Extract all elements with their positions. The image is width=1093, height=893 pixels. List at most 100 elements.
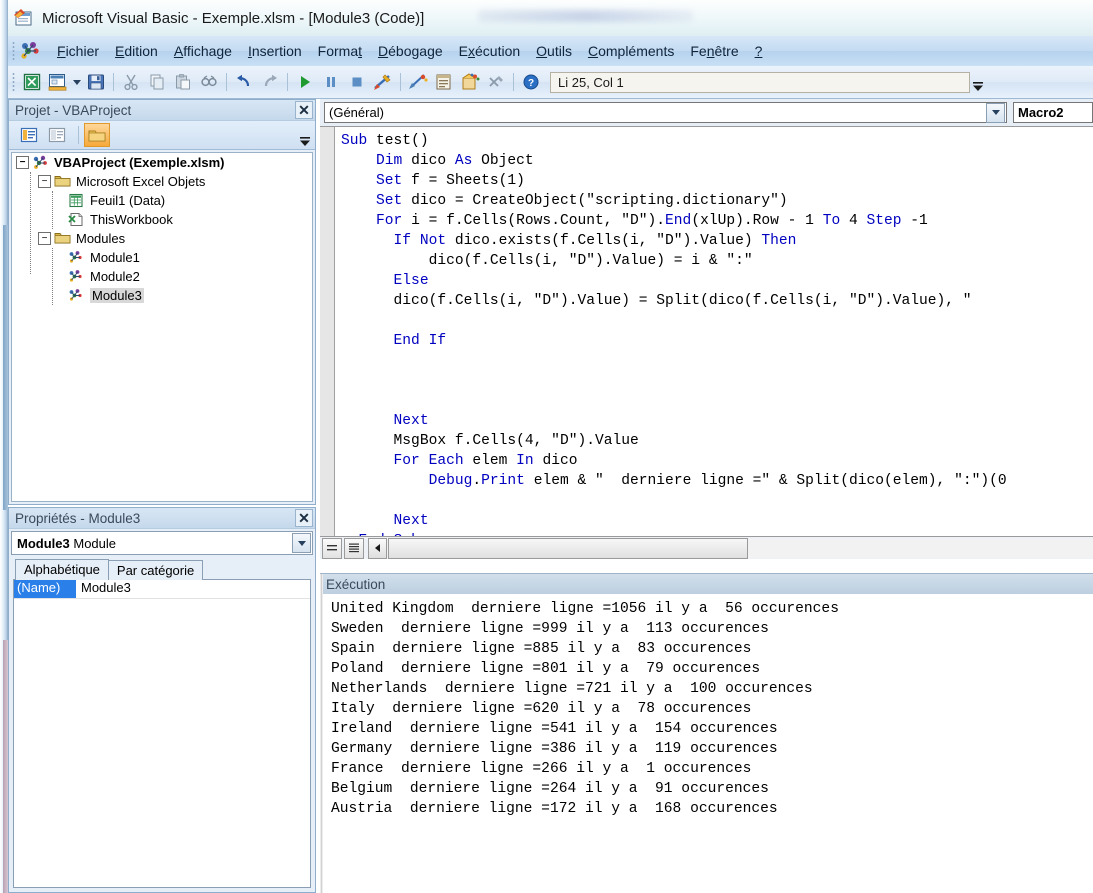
immediate-window-title: Exécution <box>320 574 1093 594</box>
close-icon[interactable]: ✕ <box>295 101 313 119</box>
scrollbar-thumb[interactable] <box>388 537 748 559</box>
tab-alphabetique[interactable]: Alphabétique <box>15 559 109 580</box>
paste-icon[interactable] <box>171 70 195 94</box>
view-code-icon[interactable] <box>17 124 41 146</box>
help-icon[interactable]: ? <box>519 70 543 94</box>
insert-userform-icon[interactable] <box>46 70 70 94</box>
find-icon[interactable] <box>197 70 221 94</box>
vb-document-icon <box>14 9 34 27</box>
toolbox-icon[interactable] <box>484 70 508 94</box>
immediate-window-splitter[interactable] <box>320 574 323 893</box>
code-editor-area[interactable]: Sub test() Dim dico As Object Set f = Sh… <box>320 126 1093 536</box>
menu-edition[interactable]: Edition <box>107 40 166 62</box>
project-explorer-panel: Projet - VBAProject ✕ − VBAProject (Exem… <box>8 99 316 505</box>
tree-item-label: Microsoft Excel Objets <box>76 174 206 189</box>
vbaproject-icon <box>32 155 50 171</box>
menu-format[interactable]: Format <box>310 40 370 62</box>
procedure-combo[interactable]: Macro2 <box>1013 102 1093 123</box>
menu-fenetre[interactable]: Fenêtre <box>682 40 746 62</box>
menu-aide[interactable]: ? <box>747 40 771 62</box>
menu-insertion[interactable]: Insertion <box>240 40 310 62</box>
view-excel-icon[interactable] <box>20 70 44 94</box>
view-object-icon[interactable] <box>45 124 69 146</box>
toolbar-grip[interactable] <box>12 72 15 92</box>
chevron-down-icon[interactable] <box>292 533 311 553</box>
code-margin-indicator-bar[interactable] <box>320 127 335 536</box>
properties-object-name: Module3 <box>17 535 70 551</box>
property-name: (Name) <box>14 580 76 598</box>
immediate-window-output[interactable]: United Kingdom derniere ligne =1056 il y… <box>320 594 1093 893</box>
tree-item-label: VBAProject (Exemple.xlsm) <box>54 155 225 170</box>
object-combo[interactable]: (Général) <box>324 102 1007 123</box>
tree-item-label: Module2 <box>90 269 140 284</box>
tree-item-module3[interactable]: Module3 <box>12 286 312 305</box>
tree-item-module2[interactable]: Module2 <box>12 267 312 286</box>
property-row-name[interactable]: (Name) Module3 <box>14 580 310 599</box>
menu-affichage[interactable]: Affichage <box>166 40 240 62</box>
workbook-icon <box>68 212 86 228</box>
vbe-window: Microsoft Visual Basic - Exemple.xlsm - … <box>0 0 1093 893</box>
code-window-combos: (Général) Macro2 <box>320 99 1093 126</box>
svg-text:?: ? <box>528 78 534 89</box>
tree-item-label: Feuil1 (Data) <box>90 193 166 208</box>
module-icon <box>68 250 86 266</box>
close-icon[interactable]: ✕ <box>295 509 313 527</box>
design-mode-icon[interactable] <box>371 70 395 94</box>
toolbar-separator <box>226 73 227 91</box>
tree-item-excel-objects[interactable]: − Microsoft Excel Objets <box>12 172 312 191</box>
toolbar-overflow-icon[interactable] <box>970 69 986 95</box>
menubar-grip[interactable] <box>12 41 15 61</box>
toolbar-separator <box>513 73 514 91</box>
properties-grid[interactable]: (Name) Module3 <box>13 579 311 888</box>
object-browser-icon[interactable] <box>458 70 482 94</box>
redo-icon[interactable] <box>258 70 282 94</box>
menu-debogage[interactable]: Débogage <box>370 40 451 62</box>
code-text[interactable]: Sub test() Dim dico As Object Set f = Sh… <box>335 127 1093 536</box>
tab-par-categorie[interactable]: Par catégorie <box>107 560 204 580</box>
visual-basic-logo-icon <box>19 41 41 61</box>
menu-outils[interactable]: Outils <box>528 40 580 62</box>
save-icon[interactable] <box>84 70 108 94</box>
procedure-view-icon[interactable] <box>322 537 342 559</box>
copy-icon[interactable] <box>145 70 169 94</box>
tree-connector <box>52 248 53 305</box>
tree-item-label: Modules <box>76 231 126 246</box>
code-window-bottom-bar <box>320 536 1093 559</box>
project-tree[interactable]: − VBAProject (Exemple.xlsm) − Microsoft … <box>11 152 313 502</box>
cut-icon[interactable] <box>119 70 143 94</box>
expander-icon[interactable]: − <box>38 232 51 245</box>
scroll-left-icon[interactable] <box>368 537 387 559</box>
stop-icon[interactable] <box>345 70 369 94</box>
insert-dropdown-caret-icon[interactable] <box>71 71 83 93</box>
tree-item-feuil1[interactable]: Feuil1 (Data) <box>12 191 312 210</box>
properties-object-type: Module <box>73 535 116 551</box>
expander-icon[interactable]: − <box>38 175 51 188</box>
properties-object-combo[interactable]: Module3 Module <box>11 531 313 555</box>
pause-icon[interactable] <box>319 70 343 94</box>
menu-execution[interactable]: Exécution <box>451 40 529 62</box>
toggle-folders-icon[interactable] <box>84 123 110 147</box>
tree-item-module1[interactable]: Module1 <box>12 248 312 267</box>
project-explorer-icon[interactable] <box>406 70 430 94</box>
tree-item-vbaproject[interactable]: − VBAProject (Exemple.xlsm) <box>12 153 312 172</box>
tree-connector <box>52 191 53 229</box>
menu-complements[interactable]: Compléments <box>580 40 682 62</box>
toolbar-separator <box>287 73 288 91</box>
property-value[interactable]: Module3 <box>76 580 310 598</box>
properties-window-icon[interactable] <box>432 70 456 94</box>
tree-item-thisworkbook[interactable]: ThisWorkbook <box>12 210 312 229</box>
menu-fichier[interactable]: Fichier <box>49 40 107 62</box>
expander-icon[interactable]: − <box>16 156 29 169</box>
chevron-down-icon[interactable] <box>986 102 1005 123</box>
undo-icon[interactable] <box>232 70 256 94</box>
toolbar-overflow-icon[interactable] <box>299 134 311 148</box>
project-panel-titlebar: Projet - VBAProject ✕ <box>9 100 315 121</box>
properties-panel-title: Propriétés - Module3 <box>15 510 141 526</box>
tree-item-label: ThisWorkbook <box>90 212 173 227</box>
project-panel-title: Projet - VBAProject <box>15 102 132 118</box>
full-module-view-icon[interactable] <box>344 537 364 559</box>
properties-tabs: Alphabétique Par catégorie <box>9 557 315 580</box>
horizontal-scrollbar[interactable] <box>368 537 1093 559</box>
run-icon[interactable] <box>293 70 317 94</box>
tree-item-modules-folder[interactable]: − Modules <box>12 229 312 248</box>
